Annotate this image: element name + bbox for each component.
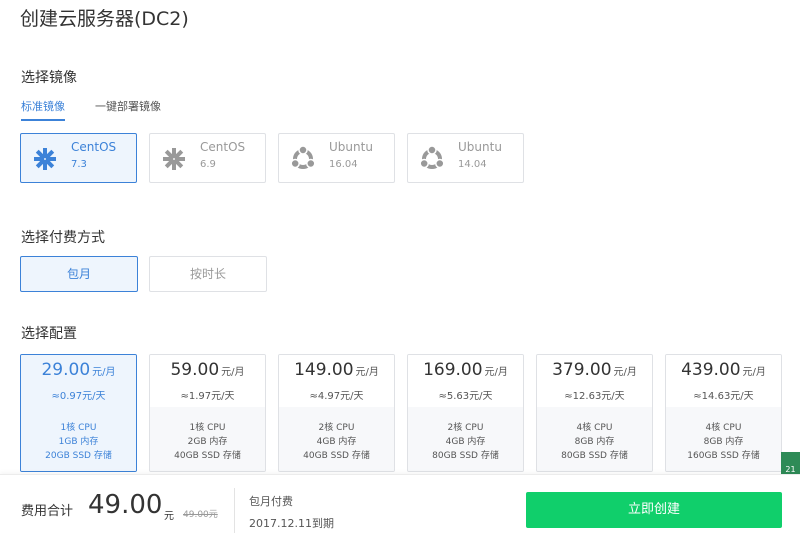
- plan-price-area: 169.00 元/月 ≈5.63元/天: [408, 355, 523, 407]
- expire-date: 2017.12.11到期: [249, 517, 334, 530]
- plan-price-area: 379.00 元/月 ≈12.63元/天: [537, 355, 652, 407]
- billing-section-title: 选择付费方式: [21, 230, 105, 246]
- plan-specs: 4核 CPU 8GB 内存 80GB SSD 存储: [537, 407, 652, 471]
- plan-per-day: ≈4.97元/天: [309, 391, 364, 402]
- ubuntu-icon: [290, 145, 316, 169]
- image-name: Ubuntu: [458, 140, 502, 154]
- plan-cpu: 1核 CPU: [60, 423, 97, 433]
- tab-one-click-image[interactable]: 一键部署镜像: [95, 98, 161, 119]
- pay-type: 包月付费: [249, 495, 293, 508]
- image-version: 7.3: [71, 159, 87, 170]
- image-option-centos-7-3[interactable]: CentOS 7.3: [20, 133, 137, 183]
- plan-card-149[interactable]: 149.00 元/月 ≈4.97元/天 2核 CPU 4GB 内存 40GB SS…: [278, 354, 395, 472]
- image-section-title: 选择镜像: [21, 70, 77, 86]
- config-section-title: 选择配置: [21, 326, 77, 342]
- total-amount: 49.00: [88, 490, 163, 520]
- plan-price: 439.00: [681, 360, 741, 380]
- plan-storage: 160GB SSD 存储: [687, 451, 760, 461]
- plan-price: 59.00: [170, 360, 220, 380]
- plan-cpu: 4核 CPU: [576, 423, 613, 433]
- plan-card-379[interactable]: 379.00 元/月 ≈12.63元/天 4核 CPU 8GB 内存 80GB S…: [536, 354, 653, 472]
- plan-card-29[interactable]: 29.00 元/月 ≈0.97元/天 1核 CPU 1GB 内存 20GB SSD…: [20, 354, 137, 472]
- image-name: CentOS: [200, 140, 246, 154]
- plan-memory: 1GB 内存: [58, 437, 99, 447]
- plan-price-unit: 元/月: [484, 367, 508, 378]
- total-unit: 元: [164, 511, 174, 522]
- plan-per-day: ≈5.63元/天: [438, 391, 493, 402]
- plan-price: 379.00: [552, 360, 612, 380]
- plan-cpu: 4核 CPU: [705, 423, 742, 433]
- billing-option-hourly[interactable]: 按时长: [149, 256, 267, 292]
- image-option-centos-6-9[interactable]: CentOS 6.9: [149, 133, 266, 183]
- centos-icon: [163, 148, 185, 170]
- plan-specs: 2核 CPU 4GB 内存 40GB SSD 存储: [279, 407, 394, 471]
- plan-price-unit: 元/月: [221, 367, 245, 378]
- plan-memory: 8GB 内存: [574, 437, 615, 447]
- plan-specs: 2核 CPU 4GB 内存 80GB SSD 存储: [408, 407, 523, 471]
- plan-memory: 4GB 内存: [445, 437, 486, 447]
- plan-card-169[interactable]: 169.00 元/月 ≈5.63元/天 2核 CPU 4GB 内存 80GB SS…: [407, 354, 524, 472]
- plan-cpu: 2核 CPU: [318, 423, 355, 433]
- plan-per-day: ≈14.63元/天: [693, 391, 754, 402]
- plan-price-unit: 元/月: [355, 367, 379, 378]
- plan-specs: 1核 CPU 1GB 内存 20GB SSD 存储: [21, 407, 136, 471]
- plan-price-unit: 元/月: [613, 367, 637, 378]
- plan-price-area: 59.00 元/月 ≈1.97元/天: [150, 355, 265, 407]
- plan-storage: 80GB SSD 存储: [561, 451, 628, 461]
- ubuntu-icon: [419, 145, 445, 169]
- plan-price-area: 149.00 元/月 ≈4.97元/天: [279, 355, 394, 407]
- original-price: 49.00元: [183, 510, 218, 520]
- plan-memory: 4GB 内存: [316, 437, 357, 447]
- image-version: 14.04: [458, 159, 487, 170]
- centos-icon: [34, 148, 56, 170]
- plan-price: 29.00: [41, 360, 91, 380]
- image-version: 16.04: [329, 159, 358, 170]
- billing-option-monthly[interactable]: 包月: [20, 256, 138, 292]
- plan-storage: 20GB SSD 存储: [45, 451, 112, 461]
- plan-storage: 40GB SSD 存储: [174, 451, 241, 461]
- plan-specs: 4核 CPU 8GB 内存 160GB SSD 存储: [666, 407, 781, 471]
- plan-price-unit: 元/月: [742, 367, 766, 378]
- footer-divider: [234, 488, 235, 533]
- order-footer: 费用合计 49.00 元 49.00元 包月付费 2017.12.11到期 立即…: [0, 474, 800, 545]
- plan-price-area: 29.00 元/月 ≈0.97元/天: [21, 355, 136, 407]
- image-name: CentOS: [71, 140, 117, 154]
- plan-card-59[interactable]: 59.00 元/月 ≈1.97元/天 1核 CPU 2GB 内存 40GB SSD…: [149, 354, 266, 472]
- create-button[interactable]: 立即创建: [526, 492, 782, 528]
- page-title: 创建云服务器(DC2): [20, 8, 189, 30]
- image-version: 6.9: [200, 159, 216, 170]
- image-option-ubuntu-14-04[interactable]: Ubuntu 14.04: [407, 133, 524, 183]
- plan-per-day: ≈0.97元/天: [51, 391, 106, 402]
- plan-memory: 8GB 内存: [703, 437, 744, 447]
- tab-standard-image[interactable]: 标准镜像: [21, 98, 65, 121]
- plan-cpu: 2核 CPU: [447, 423, 484, 433]
- total-label: 费用合计: [21, 504, 74, 519]
- plan-memory: 2GB 内存: [187, 437, 228, 447]
- plan-storage: 40GB SSD 存储: [303, 451, 370, 461]
- plan-price: 149.00: [294, 360, 354, 380]
- plan-storage: 80GB SSD 存储: [432, 451, 499, 461]
- plan-per-day: ≈12.63元/天: [564, 391, 625, 402]
- plan-price-area: 439.00 元/月 ≈14.63元/天: [666, 355, 781, 407]
- image-option-ubuntu-16-04[interactable]: Ubuntu 16.04: [278, 133, 395, 183]
- plan-cpu: 1核 CPU: [189, 423, 226, 433]
- plan-price: 169.00: [423, 360, 483, 380]
- plan-price-unit: 元/月: [92, 367, 116, 378]
- plan-specs: 1核 CPU 2GB 内存 40GB SSD 存储: [150, 407, 265, 471]
- plan-card-439[interactable]: 439.00 元/月 ≈14.63元/天 4核 CPU 8GB 内存 160GB …: [665, 354, 782, 472]
- image-name: Ubuntu: [329, 140, 373, 154]
- plan-per-day: ≈1.97元/天: [180, 391, 235, 402]
